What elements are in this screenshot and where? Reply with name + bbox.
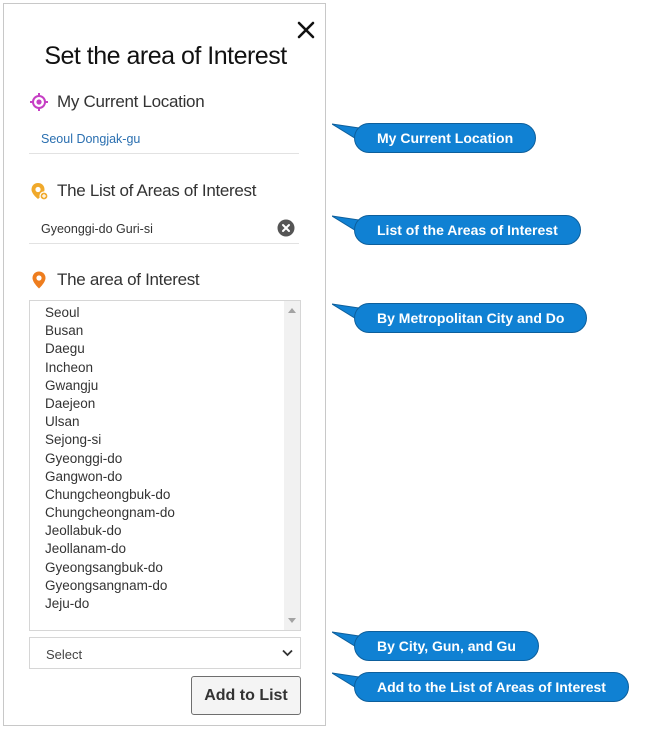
list-item[interactable]: Jeju-do xyxy=(30,595,300,613)
list-item[interactable]: Sejong-si xyxy=(30,431,300,449)
scroll-down-arrow-icon[interactable] xyxy=(288,618,296,623)
list-item[interactable]: Daejeon xyxy=(30,395,300,413)
area-of-interest-panel: Set the area of Interest My Current Loca… xyxy=(3,3,326,726)
area-heading-label: The area of Interest xyxy=(57,270,200,289)
list-item[interactable]: Daegu xyxy=(30,340,300,358)
select-value: Select xyxy=(46,647,83,662)
interest-item-label: Gyeonggi-do Guri-si xyxy=(41,222,153,236)
panel-title: Set the area of Interest xyxy=(44,42,287,70)
list-item[interactable]: Gangwon-do xyxy=(30,468,300,486)
interest-list-heading: The List of Areas of Interest xyxy=(29,181,256,201)
current-location-heading-label: My Current Location xyxy=(57,92,205,111)
list-item[interactable]: Seoul xyxy=(30,304,300,322)
current-location-heading: My Current Location xyxy=(29,92,205,112)
list-item[interactable]: Gyeonggi-do xyxy=(30,450,300,468)
location-list-icon xyxy=(29,181,49,201)
interest-list-heading-label: The List of Areas of Interest xyxy=(57,181,257,200)
remove-circle-icon[interactable] xyxy=(277,219,295,237)
callout-label: List of the Areas of Interest xyxy=(354,215,581,245)
add-to-list-button[interactable]: Add to List xyxy=(191,676,301,715)
list-item[interactable]: Gyeongsangbuk-do xyxy=(30,559,300,577)
list-item[interactable]: Incheon xyxy=(30,359,300,377)
chevron-down-icon xyxy=(282,649,293,657)
callout-label: My Current Location xyxy=(354,123,537,153)
callout-label: Add to the List of Areas of Interest xyxy=(354,672,629,702)
list-item[interactable]: Ulsan xyxy=(30,413,300,431)
list-item[interactable]: Jeollanam-do xyxy=(30,540,300,558)
callout-label: By City, Gun, and Gu xyxy=(354,631,539,661)
list-item[interactable]: Jeollabuk-do xyxy=(30,522,300,540)
map-pin-icon xyxy=(29,270,49,290)
list-item[interactable]: Busan xyxy=(30,322,300,340)
list-item[interactable]: Gwangju xyxy=(30,377,300,395)
scroll-up-arrow-icon[interactable] xyxy=(288,308,296,313)
target-location-icon xyxy=(29,92,49,112)
city-gun-gu-select[interactable]: Select xyxy=(29,637,301,669)
region-listbox[interactable]: Seoul Busan Daegu Incheon Gwangju Daejeo… xyxy=(29,300,301,631)
area-heading: The area of Interest xyxy=(29,270,200,290)
close-icon[interactable] xyxy=(294,18,318,42)
list-item[interactable]: Chungcheongbuk-do xyxy=(30,486,300,504)
list-item[interactable]: Chungcheongnam-do xyxy=(30,504,300,522)
listbox-scrollbar[interactable] xyxy=(284,301,300,630)
current-location-value: Seoul Dongjak-gu xyxy=(29,126,299,154)
list-item: Gyeonggi-do Guri-si xyxy=(29,216,299,244)
callout-label: By Metropolitan City and Do xyxy=(354,303,588,333)
list-item[interactable]: Gyeongsangnam-do xyxy=(30,577,300,595)
